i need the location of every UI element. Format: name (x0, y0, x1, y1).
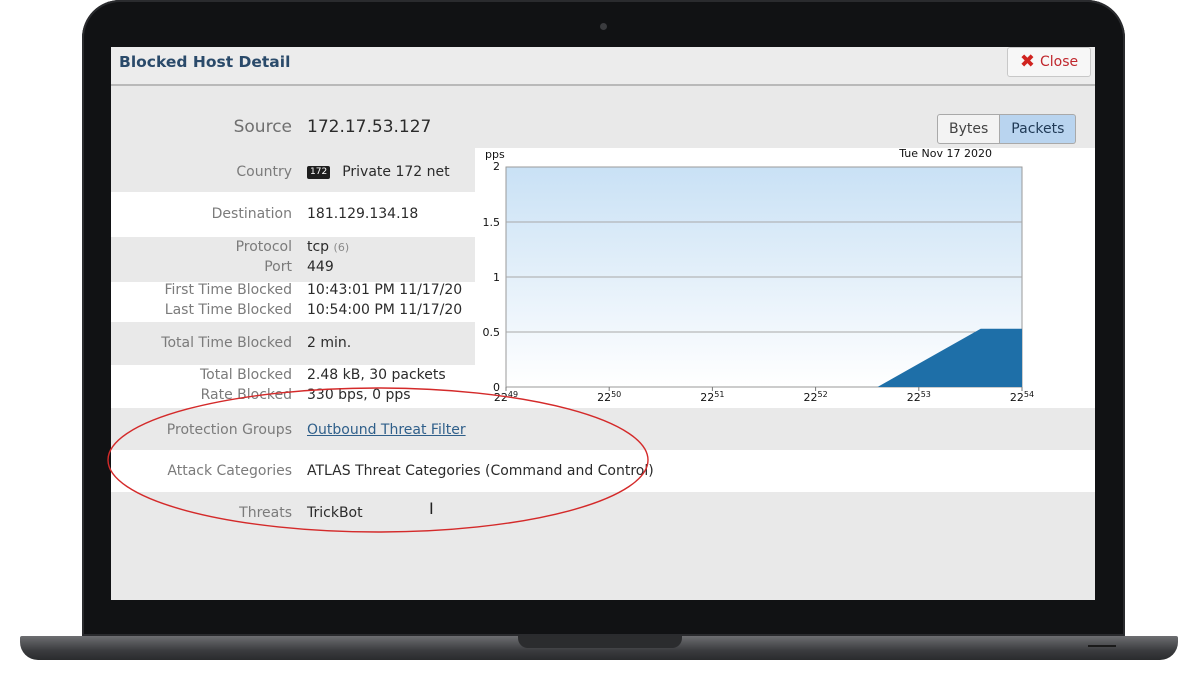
destination-label: Destination (211, 206, 292, 222)
last-blocked-value: 10:54:00 PM 11/17/20 (307, 302, 463, 318)
laptop-notch (518, 636, 682, 648)
destination-value: 181.129.134.18 (307, 206, 419, 222)
chart-date-label: Tue Nov 17 2020 (898, 148, 992, 160)
total-time-label: Total Time Blocked (161, 335, 292, 351)
protection-label: Protection Groups (166, 422, 292, 438)
chart-y-tick-label: 1 (493, 271, 500, 284)
country-flag-icon: 172 (307, 166, 331, 179)
threats-label: Threats (239, 505, 292, 521)
bytes-toggle-button[interactable]: Bytes (937, 114, 1001, 144)
chart-y-axis-label: pps (485, 148, 505, 161)
total-blocked-label: Total Blocked (199, 367, 292, 383)
protection-group-link[interactable]: Outbound Threat Filter (307, 422, 466, 438)
protocol-label: Protocol (235, 239, 292, 255)
dialog-titlebar: Blocked Host Detail ✖ Close (111, 47, 1095, 86)
protocol-number: (6) (333, 241, 350, 254)
total-time-value: 2 min. (307, 335, 352, 351)
rate-label: Rate Blocked (200, 387, 292, 403)
dialog-title: Blocked Host Detail (119, 53, 291, 71)
first-blocked-value: 10:43:01 PM 11/17/20 (307, 282, 463, 298)
packets-toggle-button[interactable]: Packets (1000, 114, 1077, 144)
detail-content: Source 172.17.53.127 Country 172 Private … (111, 86, 1095, 600)
country-value: Private 172 net (342, 164, 450, 180)
laptop-indicator (1088, 645, 1116, 647)
chart-y-tick-label: 1.5 (483, 216, 501, 229)
chart-x-tick-label: 2254 (1010, 390, 1034, 404)
camera-icon (600, 23, 607, 30)
rate-value: 330 bps, 0 pps (307, 387, 411, 403)
source-label: Source (233, 117, 292, 137)
total-blocked-value: 2.48 kB, 30 packets (307, 367, 446, 383)
text-cursor-icon: I (429, 499, 434, 518)
first-blocked-label: First Time Blocked (164, 282, 293, 298)
attack-value: ATLAS Threat Categories (Command and Con… (307, 463, 654, 479)
chart-x-tick-label: 2250 (597, 390, 621, 404)
traffic-chart: 0 0.5 1 1.5 2 pps Tue Nov 17 2020 2249 2250 2251 2… (475, 147, 1095, 406)
source-value: 172.17.53.127 (307, 117, 432, 137)
attack-label: Attack Categories (167, 463, 292, 479)
chart-x-tick-label: 2251 (700, 390, 724, 404)
chart-y-tick-label: 0.5 (483, 326, 501, 339)
units-toggle: Bytes Packets (937, 114, 1077, 144)
port-label: Port (264, 259, 292, 275)
threats-value: TrickBot (307, 505, 363, 521)
protocol-value: tcp (307, 239, 330, 255)
close-button[interactable]: ✖ Close (1007, 47, 1091, 77)
close-icon: ✖ (1019, 51, 1035, 72)
chart-x-tick-label: 2249 (494, 390, 518, 404)
chart-svg: 00.511.52pps Tue Nov 17 20202249 2250 2251 2… (483, 147, 1035, 404)
port-value: 449 (307, 259, 334, 275)
chart-x-tick-label: 2252 (804, 390, 828, 404)
protocol-value-wrap: tcp (6) (307, 239, 349, 255)
country-value-wrap: 172 Private 172 net (307, 164, 450, 180)
close-label: Close (1039, 54, 1079, 70)
screen: Blocked Host Detail ✖ Close Source 172.1… (111, 47, 1095, 600)
chart-x-tick-label: 2253 (907, 390, 931, 404)
last-blocked-label: Last Time Blocked (164, 302, 292, 318)
country-label: Country (236, 164, 292, 180)
chart-y-tick-label: 2 (493, 160, 500, 173)
